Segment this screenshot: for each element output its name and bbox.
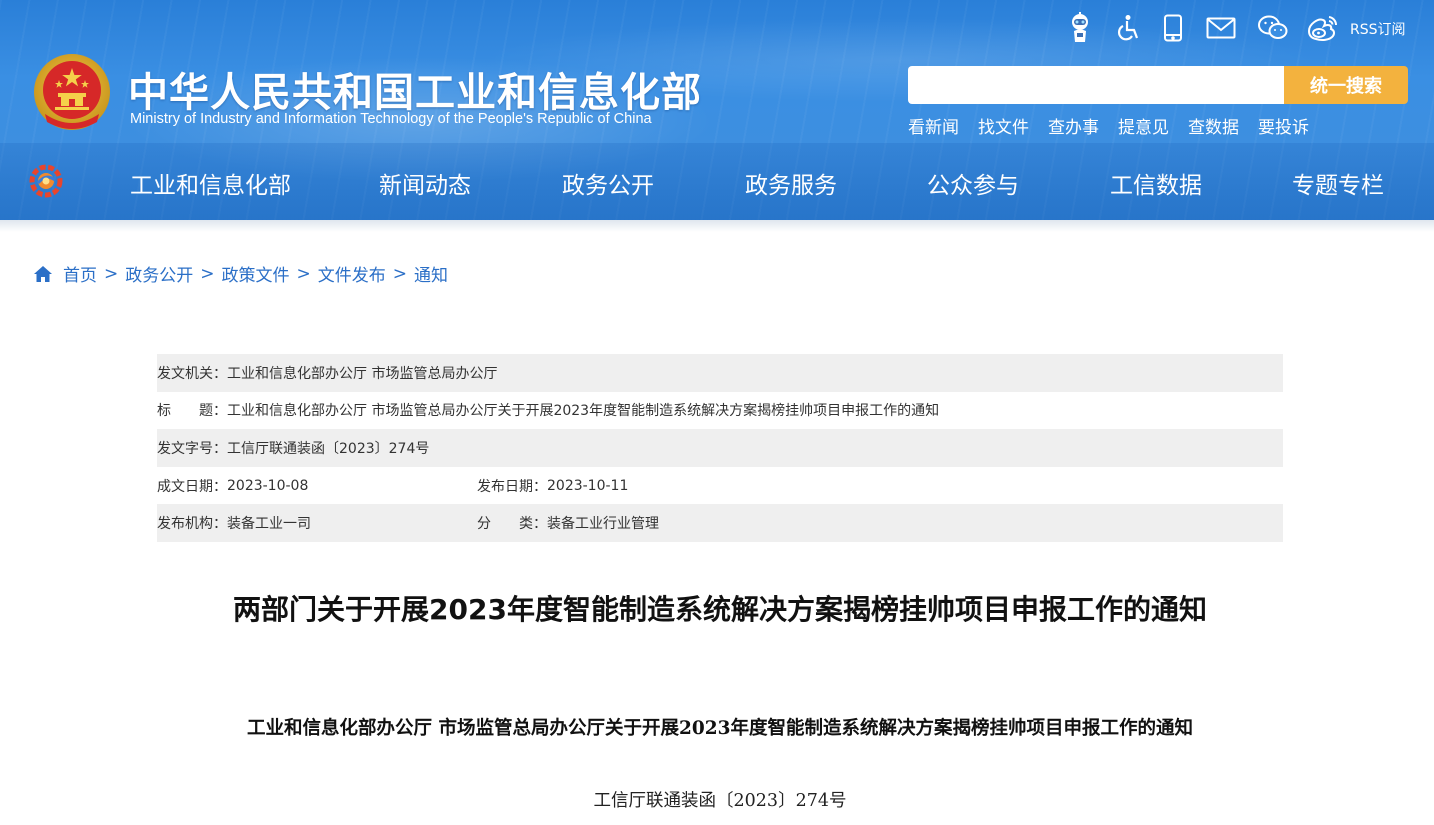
document-heading: 工业和信息化部办公厅 市场监管总局办公厅关于开展2023年度智能制造系统解决方案… — [247, 718, 1193, 739]
nav-item-government-affairs[interactable]: 政务公开 — [562, 166, 654, 200]
meta-label: 发布机构： — [157, 516, 227, 533]
meta-published-date: 2023-10-11 — [547, 477, 629, 494]
rss-subscribe-link[interactable]: RSS订阅 — [1350, 19, 1406, 39]
meta-row-doc-number: 发文字号： 工信厅联通装函〔2023〕274号 — [157, 429, 1283, 467]
home-icon[interactable] — [33, 265, 53, 283]
nav-item-special-topics[interactable]: 专题专栏 — [1292, 166, 1384, 200]
meta-org: 装备工业一司 — [227, 516, 311, 533]
document-number: 工信厅联通装函〔2023〕274号 — [593, 791, 847, 811]
meta-row-org: 发布机构： 装备工业一司 分 类： 装备工业行业管理 — [157, 504, 1283, 542]
weibo-icon[interactable] — [1304, 12, 1340, 44]
quick-link-data[interactable]: 查数据 — [1188, 113, 1239, 138]
site-header: 中华人民共和国工业和信息化部 Ministry of Industry and … — [0, 0, 1434, 220]
ministry-logo-icon[interactable] — [28, 163, 64, 199]
search-input[interactable] — [908, 66, 1284, 104]
meta-label: 成文日期： — [157, 478, 227, 495]
article-title: 两部门关于开展2023年度智能制造系统解决方案揭榜挂帅项目申报工作的通知 — [233, 593, 1207, 626]
breadcrumb-government-affairs[interactable]: 政务公开 — [125, 261, 193, 286]
national-emblem-icon[interactable] — [31, 52, 113, 134]
meta-title: 工业和信息化部办公厅 市场监管总局办公厅关于开展2023年度智能制造系统解决方案… — [227, 403, 940, 420]
meta-row-dates: 成文日期： 2023-10-08 发布日期： 2023-10-11 — [157, 467, 1283, 505]
breadcrumb-document-release[interactable]: 文件发布 — [318, 261, 386, 286]
breadcrumb-policy-documents[interactable]: 政策文件 — [222, 261, 290, 286]
meta-created-date: 2023-10-08 — [227, 477, 309, 494]
meta-label: 标 题： — [157, 403, 227, 420]
document-meta-table: 发文机关： 工业和信息化部办公厅 市场监管总局办公厅 标 题： 工业和信息化部办… — [157, 354, 1283, 542]
breadcrumb-separator: > — [104, 263, 119, 284]
breadcrumb-notice[interactable]: 通知 — [414, 261, 448, 286]
breadcrumb-separator: > — [200, 263, 215, 284]
nav-item-miit-data[interactable]: 工信数据 — [1110, 166, 1202, 200]
site-title-cn[interactable]: 中华人民共和国工业和信息化部 — [128, 60, 702, 118]
nav-item-public-participation[interactable]: 公众参与 — [927, 166, 1019, 200]
breadcrumb-separator: > — [392, 263, 407, 284]
mail-icon[interactable] — [1204, 12, 1238, 44]
meta-label: 发文机关： — [157, 365, 227, 382]
breadcrumb-home[interactable]: 首页 — [63, 261, 97, 286]
quick-link-complaint[interactable]: 要投诉 — [1258, 113, 1309, 138]
wechat-icon[interactable] — [1256, 12, 1290, 44]
site-title-en[interactable]: Ministry of Industry and Information Tec… — [130, 111, 652, 127]
meta-label: 发文字号： — [157, 440, 227, 457]
meta-label: 分 类： — [477, 516, 547, 533]
quick-link-news[interactable]: 看新闻 — [908, 113, 959, 138]
mobile-icon[interactable] — [1158, 12, 1188, 44]
accessibility-icon[interactable] — [1112, 12, 1144, 44]
meta-label: 发布日期： — [477, 478, 547, 495]
quick-link-documents[interactable]: 找文件 — [978, 113, 1029, 138]
assistant-robot-icon[interactable] — [1064, 12, 1096, 44]
quick-links: 看新闻 找文件 查办事 提意见 查数据 要投诉 — [908, 113, 1328, 138]
quick-link-services[interactable]: 查办事 — [1048, 113, 1099, 138]
breadcrumb-separator: > — [296, 263, 311, 284]
meta-row-issuer: 发文机关： 工业和信息化部办公厅 市场监管总局办公厅 — [157, 354, 1283, 392]
meta-issuer: 工业和信息化部办公厅 市场监管总局办公厅 — [227, 365, 498, 382]
header-shadow — [0, 220, 1434, 232]
nav-item-ministry[interactable]: 工业和信息化部 — [130, 166, 291, 200]
nav-item-news[interactable]: 新闻动态 — [379, 166, 471, 200]
meta-doc-number: 工信厅联通装函〔2023〕274号 — [227, 440, 430, 457]
meta-row-title: 标 题： 工业和信息化部办公厅 市场监管总局办公厅关于开展2023年度智能制造系… — [157, 392, 1283, 430]
search-button[interactable]: 统一搜索 — [1284, 66, 1408, 104]
breadcrumb: 首页 > 政务公开 > 政策文件 > 文件发布 > 通知 — [33, 261, 448, 286]
quick-link-feedback[interactable]: 提意见 — [1118, 113, 1169, 138]
meta-category: 装备工业行业管理 — [547, 516, 659, 533]
nav-item-government-services[interactable]: 政务服务 — [745, 166, 837, 200]
